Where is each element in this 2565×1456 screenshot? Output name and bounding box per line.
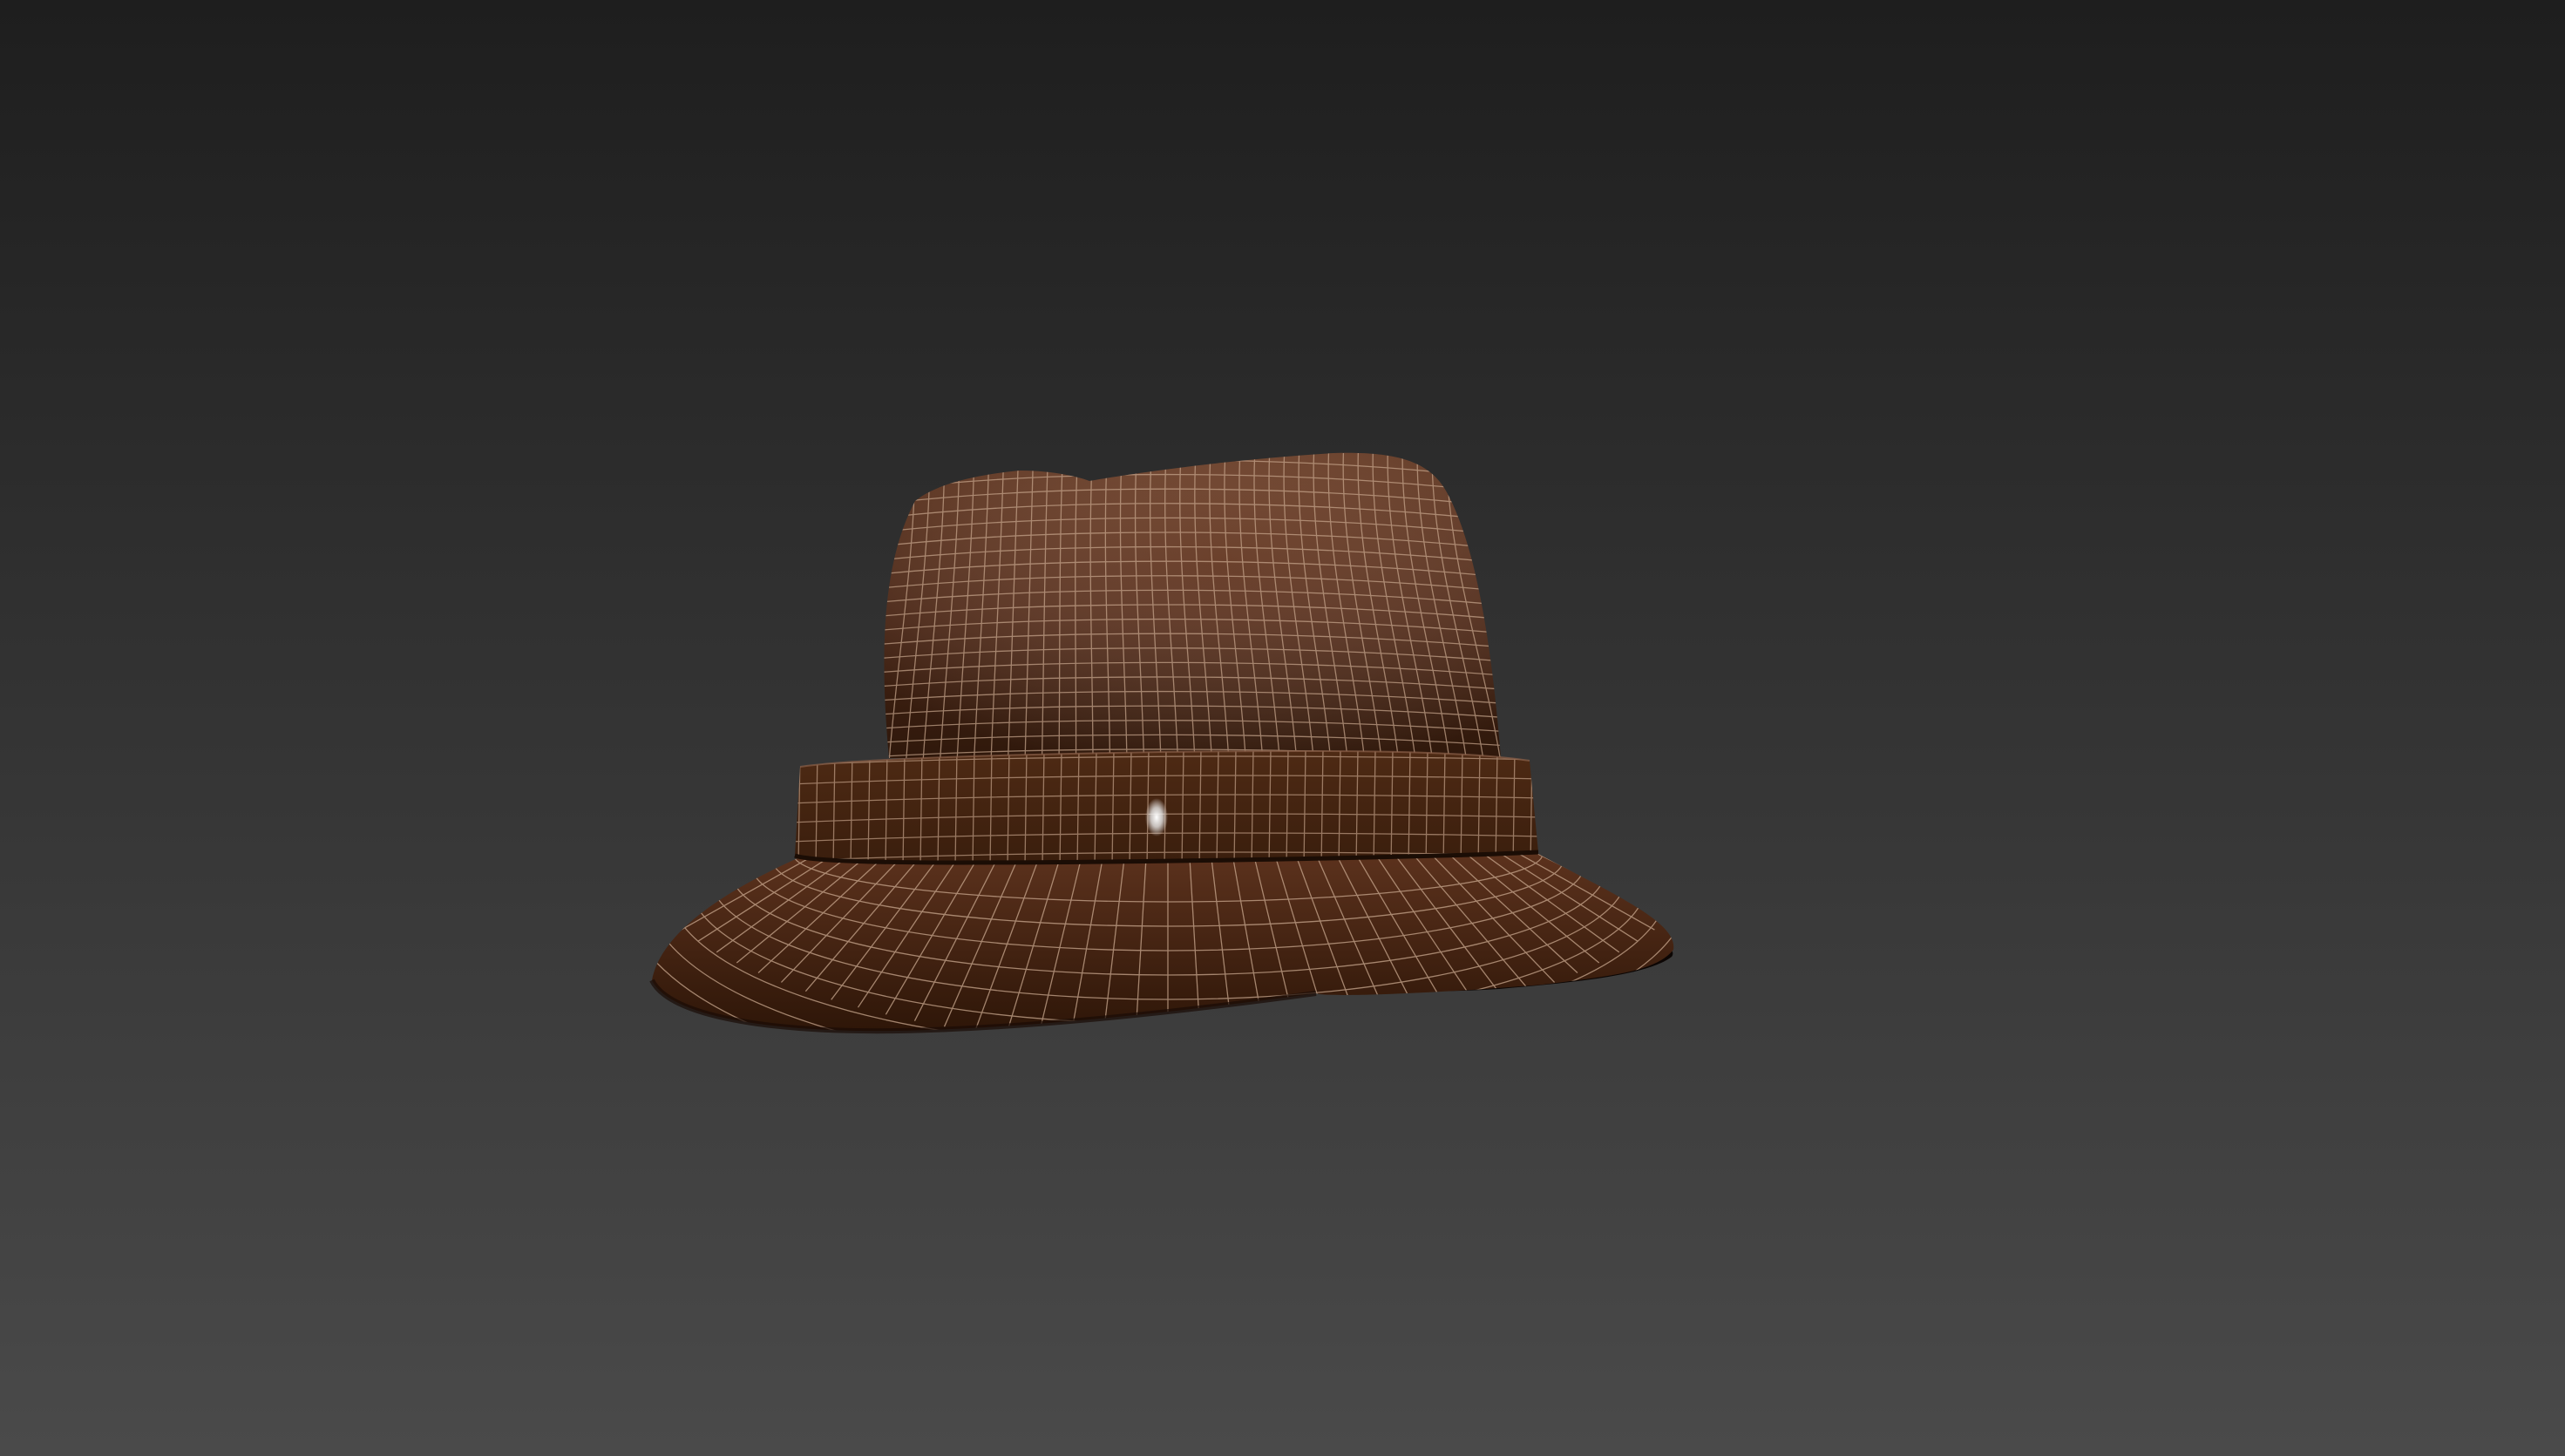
hat-model[interactable] [0,0,2565,1456]
hat-crown [884,452,1501,758]
brim-wire-radial [652,854,811,869]
3d-viewport[interactable] [0,0,2565,1456]
brim-wire-radial [652,854,807,856]
crown-wire-parallel [884,452,1501,456]
brim-wire-radial [1525,854,1674,869]
specular-highlight [1145,798,1168,836]
crown-wire-parallel [884,452,1501,470]
brim-wire-radial [1529,854,1674,856]
hat-brim [649,854,1674,1034]
